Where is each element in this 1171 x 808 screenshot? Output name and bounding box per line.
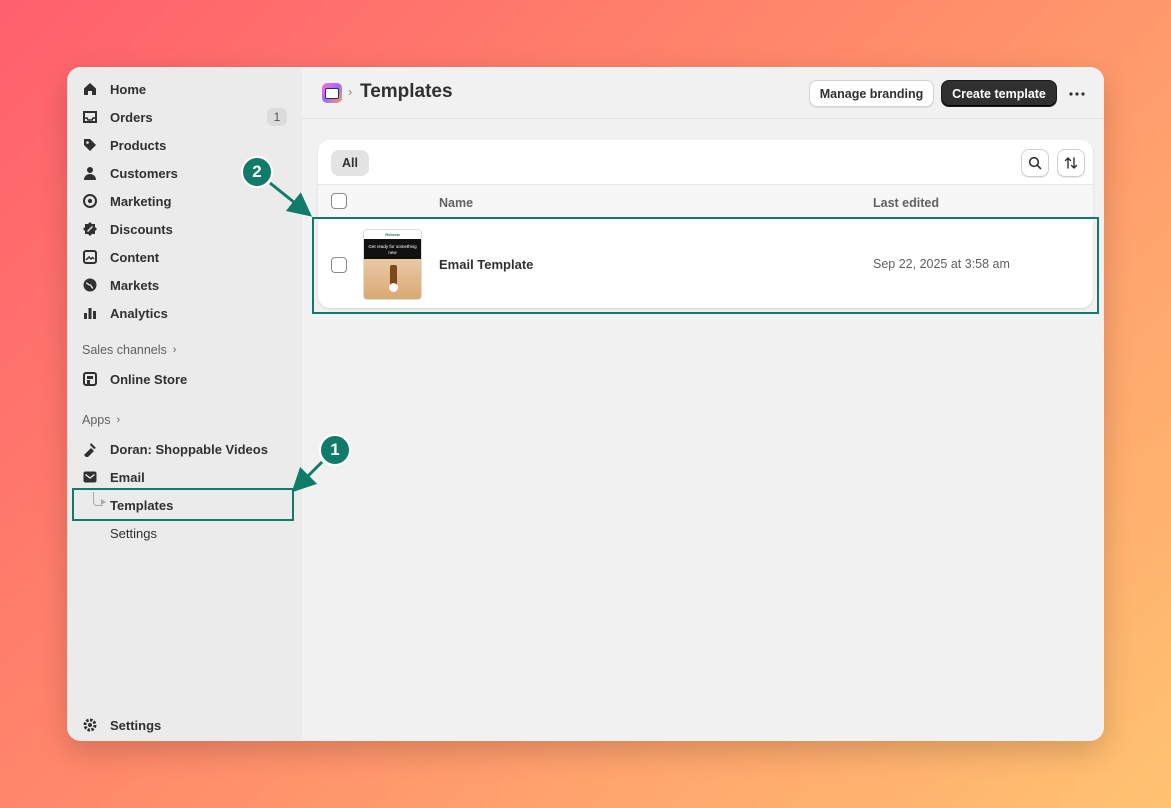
sidebar-item-label: Content (110, 249, 160, 265)
sidebar-item-label: Marketing (110, 193, 172, 209)
target-icon (82, 193, 98, 209)
chevron-right-icon: › (116, 414, 121, 426)
highlight-template-row (312, 217, 1099, 314)
sidebar-item-label: Orders (110, 109, 153, 125)
breadcrumb-chevron-icon: › (348, 84, 353, 99)
doran-app-icon (82, 441, 98, 457)
person-icon (82, 165, 98, 181)
page-header: › Templates Manage branding Create templ… (302, 67, 1104, 119)
sort-button[interactable] (1057, 149, 1085, 177)
sidebar-item-orders[interactable]: Orders 1 (82, 103, 287, 131)
column-header-name[interactable]: Name (439, 196, 473, 210)
sidebar-item-email-app[interactable]: Email (82, 463, 287, 491)
search-icon (1028, 156, 1042, 170)
store-icon (82, 371, 98, 387)
orders-count-badge: 1 (267, 108, 287, 126)
discount-icon (82, 221, 98, 237)
card-toolbar: All (318, 140, 1093, 185)
page-title: Templates (360, 81, 453, 102)
sidebar-item-label: Settings (110, 717, 162, 733)
search-button[interactable] (1021, 149, 1049, 177)
tab-all[interactable]: All (331, 150, 369, 176)
sidebar-item-marketing[interactable]: Marketing (82, 187, 287, 215)
email-app-logo-icon[interactable] (322, 83, 342, 103)
sidebar-item-label: Analytics (110, 305, 168, 321)
table-header: Name Last edited (318, 185, 1093, 218)
sidebar-item-online-store[interactable]: Online Store (82, 365, 287, 393)
sidebar-item-label: Doran: Shoppable Videos (110, 441, 268, 457)
admin-window: Home Orders 1 Products Customers Marketi… (67, 67, 1104, 741)
sidebar-item-label: Markets (110, 277, 160, 293)
sidebar-item-label: Online Store (110, 371, 188, 387)
sidebar-item-analytics[interactable]: Analytics (82, 299, 287, 327)
manage-branding-button[interactable]: Manage branding (809, 80, 934, 107)
sidebar-item-doran-app[interactable]: Doran: Shoppable Videos (82, 435, 287, 463)
bar-chart-icon (82, 305, 98, 321)
sidebar-item-settings[interactable]: Settings (82, 711, 287, 739)
sort-icon (1064, 157, 1078, 169)
sidebar-item-label: Products (110, 137, 167, 153)
column-header-last-edited[interactable]: Last edited (873, 196, 939, 210)
sales-channels-heading[interactable]: Sales channels › (82, 343, 176, 357)
chevron-right-icon: › (172, 344, 177, 356)
sidebar-item-products[interactable]: Products (82, 131, 287, 159)
sidebar-item-label: Email (110, 469, 145, 485)
apps-heading[interactable]: Apps › (82, 413, 120, 427)
sidebar-item-label: Home (110, 81, 147, 97)
tag-icon (82, 137, 98, 153)
sidebar-item-label: Customers (110, 165, 178, 181)
sidebar-item-content[interactable]: Content (82, 243, 287, 271)
sidebar-item-label: Discounts (110, 221, 173, 237)
sidebar-item-discounts[interactable]: Discounts (82, 215, 287, 243)
main-content: › Templates Manage branding Create templ… (302, 67, 1104, 741)
image-icon (82, 249, 98, 265)
sidebar-item-markets[interactable]: Markets (82, 271, 287, 299)
gear-icon (82, 717, 98, 733)
home-icon (82, 81, 98, 97)
create-template-button[interactable]: Create template (941, 80, 1057, 107)
inbox-icon (82, 109, 98, 125)
step-2-badge: 2 (241, 156, 273, 188)
sidebar-item-home[interactable]: Home (82, 75, 287, 103)
step-1-badge: 1 (319, 434, 351, 466)
email-icon (82, 469, 98, 485)
more-actions-icon[interactable] (1065, 82, 1089, 106)
sidebar-subitem-settings[interactable]: Settings (110, 526, 157, 541)
select-all-checkbox[interactable] (331, 193, 347, 209)
globe-icon (82, 277, 98, 293)
highlight-templates-nav (72, 488, 294, 521)
